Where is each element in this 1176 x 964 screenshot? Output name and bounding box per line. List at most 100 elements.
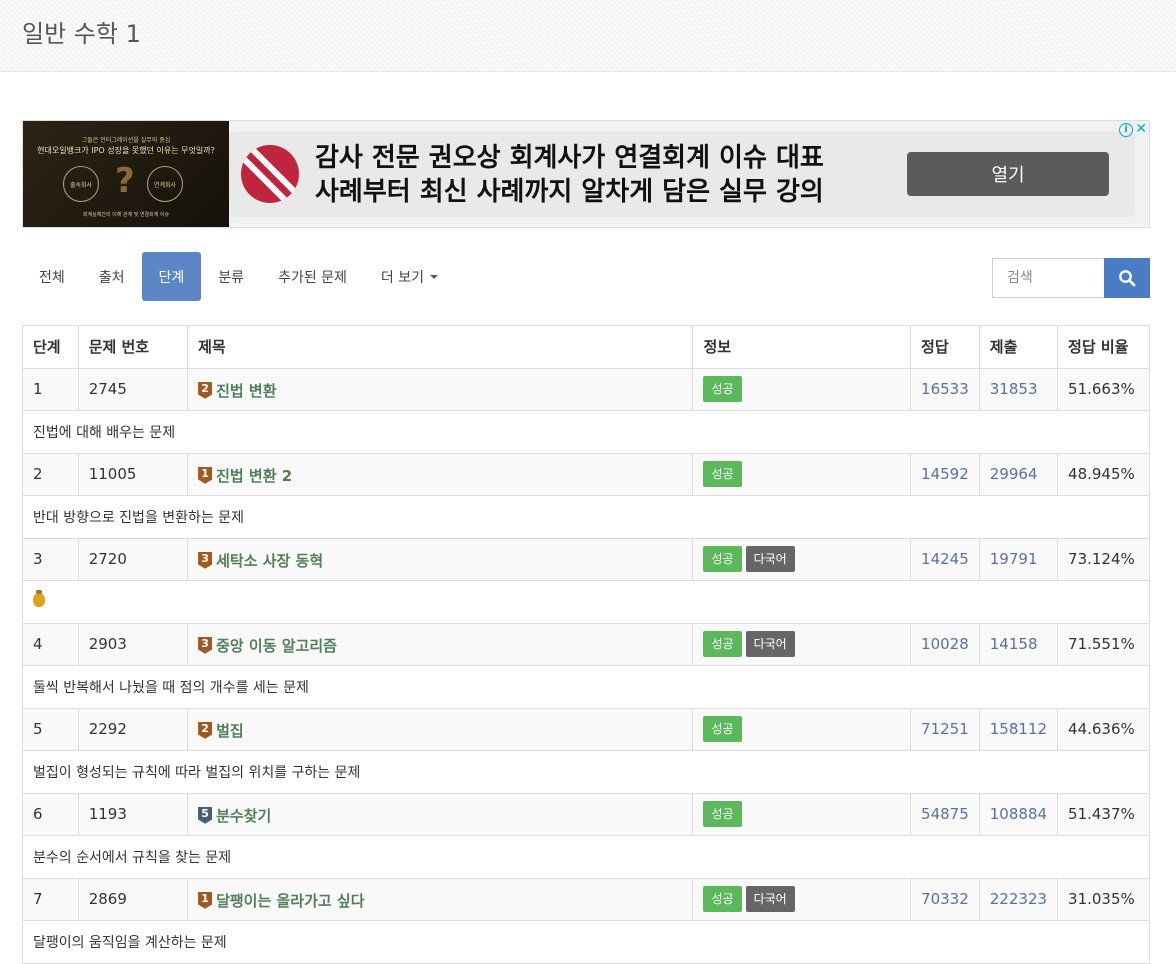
problem-table: 단계 문제 번호 제목 정보 정답 제출 정답 비율 1 2745 2 진법 변환 성공… (22, 325, 1150, 964)
info-cell: 성공 (692, 452, 912, 496)
money-bag-icon (33, 589, 45, 607)
ratio-cell: 73.124% (1057, 537, 1150, 581)
search-button[interactable] (1104, 258, 1150, 298)
solved-badge[interactable]: 성공 (703, 376, 742, 403)
submit-count-link[interactable]: 19791 (990, 550, 1038, 568)
column-header-correct[interactable]: 정답 (910, 325, 980, 369)
ad-open-button[interactable]: 열기 (907, 152, 1109, 196)
solved-badge[interactable]: 성공 (703, 801, 742, 828)
multilang-badge[interactable]: 다국어 (745, 631, 795, 658)
problem-id-cell: 2903 (77, 622, 189, 666)
correct-count-link[interactable]: 16533 (921, 380, 969, 398)
page-header: 일반 수학 1 (0, 0, 1176, 72)
submit-count-link[interactable]: 29964 (990, 465, 1038, 483)
correct-count-link[interactable]: 70332 (921, 890, 969, 908)
title-cell: 1 달팽이는 올라가고 싶다 (187, 877, 694, 921)
correct-count-link[interactable]: 14245 (921, 550, 969, 568)
problem-title-link[interactable]: 1 달팽이는 올라가고 싶다 (198, 890, 365, 911)
problem-title: 중앙 이동 알고리즘 (216, 636, 337, 655)
solved-badge[interactable]: 성공 (703, 886, 742, 913)
tier-badge-icon: 2 (198, 381, 213, 399)
tier-badge-icon: 3 (198, 551, 213, 569)
table-row: 1 2745 2 진법 변환 성공 16533 31853 51.663% (22, 367, 1150, 411)
advertisement-banner[interactable]: 그들은 인터그레이션을 실무의 중심 현대오일뱅크가 IPO 성장을 못했던 이… (22, 120, 1150, 228)
problem-id-cell: 2745 (77, 367, 189, 411)
description-cell: 둘씩 반복해서 나눴을 때 점의 개수를 세는 문제 (22, 665, 1150, 709)
multilang-badge[interactable]: 다국어 (745, 886, 795, 913)
correct-count-link[interactable]: 71251 (921, 720, 969, 738)
filter-tabs: 전체 출처 단계 분류 추가된 문제 더 보기 (22, 252, 455, 302)
submit-cell: 14158 (978, 622, 1059, 666)
column-header-info[interactable]: 정보 (692, 325, 912, 369)
ad-image[interactable]: 그들은 인터그레이션을 실무의 중심 현대오일뱅크가 IPO 성장을 못했던 이… (23, 121, 229, 227)
problem-title-link[interactable]: 3 세탁소 사장 동혁 (198, 550, 323, 571)
tier-badge-icon: 3 (198, 636, 213, 654)
multilang-badge[interactable]: 다국어 (745, 546, 795, 573)
problem-title-link[interactable]: 5 분수찾기 (198, 805, 271, 826)
problem-title-link[interactable]: 2 진법 변환 (198, 380, 277, 401)
step-cell: 5 (22, 707, 79, 751)
submit-cell: 108884 (978, 792, 1059, 836)
correct-count-link[interactable]: 10028 (921, 635, 969, 653)
ad-card[interactable]: 감사 전문 권오상 회계사가 연결회계 이슈 대표 사례부터 최신 사례까지 알… (229, 131, 1135, 217)
ratio-cell: 31.035% (1057, 877, 1150, 921)
solved-badge[interactable]: 성공 (703, 461, 742, 488)
submit-count-link[interactable]: 14158 (990, 635, 1038, 653)
title-cell: 3 세탁소 사장 동혁 (187, 537, 694, 581)
problem-title-link[interactable]: 3 중앙 이동 알고리즘 (198, 635, 337, 656)
tab-source[interactable]: 출처 (82, 252, 142, 301)
column-header-submissions[interactable]: 제출 (978, 325, 1059, 369)
info-cell: 성공 다국어 (692, 537, 912, 581)
ad-close-icon[interactable]: ✕ (1135, 121, 1147, 137)
solved-badge[interactable]: 성공 (703, 631, 742, 658)
description-cell: 반대 방향으로 진법을 변환하는 문제 (22, 495, 1150, 539)
column-header-ratio[interactable]: 정답 비율 (1057, 325, 1150, 369)
step-cell: 1 (22, 367, 79, 411)
problem-id-cell: 2720 (77, 537, 189, 581)
ad-info-icon[interactable]: i (1119, 123, 1133, 137)
info-cell: 성공 (692, 792, 912, 836)
column-header-problem-id[interactable]: 문제 번호 (77, 325, 189, 369)
tab-added-problems[interactable]: 추가된 문제 (261, 252, 364, 301)
problem-title-link[interactable]: 2 벌집 (198, 720, 244, 741)
submit-cell: 31853 (978, 367, 1059, 411)
correct-count-link[interactable]: 54875 (921, 805, 969, 823)
table-header-row: 단계 문제 번호 제목 정보 정답 제출 정답 비율 (22, 325, 1150, 369)
submit-count-link[interactable]: 31853 (990, 380, 1038, 398)
search-input[interactable] (992, 258, 1104, 298)
table-row-description (22, 580, 1150, 624)
description-cell: 진법에 대해 배우는 문제 (22, 410, 1150, 454)
submit-count-link[interactable]: 222323 (990, 890, 1047, 908)
step-cell: 7 (22, 877, 79, 921)
ratio-cell: 51.437% (1057, 792, 1150, 836)
step-cell: 4 (22, 622, 79, 666)
description-cell: 달팽이의 움직임을 계산하는 문제 (22, 920, 1150, 964)
problem-title: 벌집 (216, 721, 244, 740)
ad-logo-icon (241, 145, 299, 203)
solved-badge[interactable]: 성공 (703, 546, 742, 573)
correct-count-link[interactable]: 14592 (921, 465, 969, 483)
tab-more-dropdown[interactable]: 더 보기 (364, 252, 455, 301)
description-cell (22, 580, 1150, 624)
table-row-description: 반대 방향으로 진법을 변환하는 문제 (22, 495, 1150, 539)
ratio-cell: 48.945% (1057, 452, 1150, 496)
submit-count-link[interactable]: 108884 (990, 805, 1047, 823)
problem-title: 진법 변환 2 (216, 466, 293, 485)
info-cell: 성공 (692, 367, 912, 411)
table-row: 4 2903 3 중앙 이동 알고리즘 성공 다국어 10028 14158 71.551% (22, 622, 1150, 666)
step-cell: 6 (22, 792, 79, 836)
correct-cell: 14245 (910, 537, 980, 581)
table-row-description: 벌집이 형성되는 규칙에 따라 벌집의 위치를 구하는 문제 (22, 750, 1150, 794)
ad-image-footer: 회계실체간의 이해 관계 및 연결회계 이슈 (82, 212, 170, 218)
column-header-step[interactable]: 단계 (22, 325, 79, 369)
page-title: 일반 수학 1 (22, 20, 141, 48)
tab-step[interactable]: 단계 (141, 252, 202, 301)
column-header-title[interactable]: 제목 (187, 325, 694, 369)
tab-category[interactable]: 분류 (201, 252, 261, 301)
submit-cell: 158112 (978, 707, 1059, 751)
problem-title-link[interactable]: 1 진법 변환 2 (198, 465, 292, 486)
problem-id-cell: 2292 (77, 707, 189, 751)
submit-count-link[interactable]: 158112 (990, 720, 1047, 738)
solved-badge[interactable]: 성공 (703, 716, 742, 743)
tab-all[interactable]: 전체 (22, 252, 82, 301)
